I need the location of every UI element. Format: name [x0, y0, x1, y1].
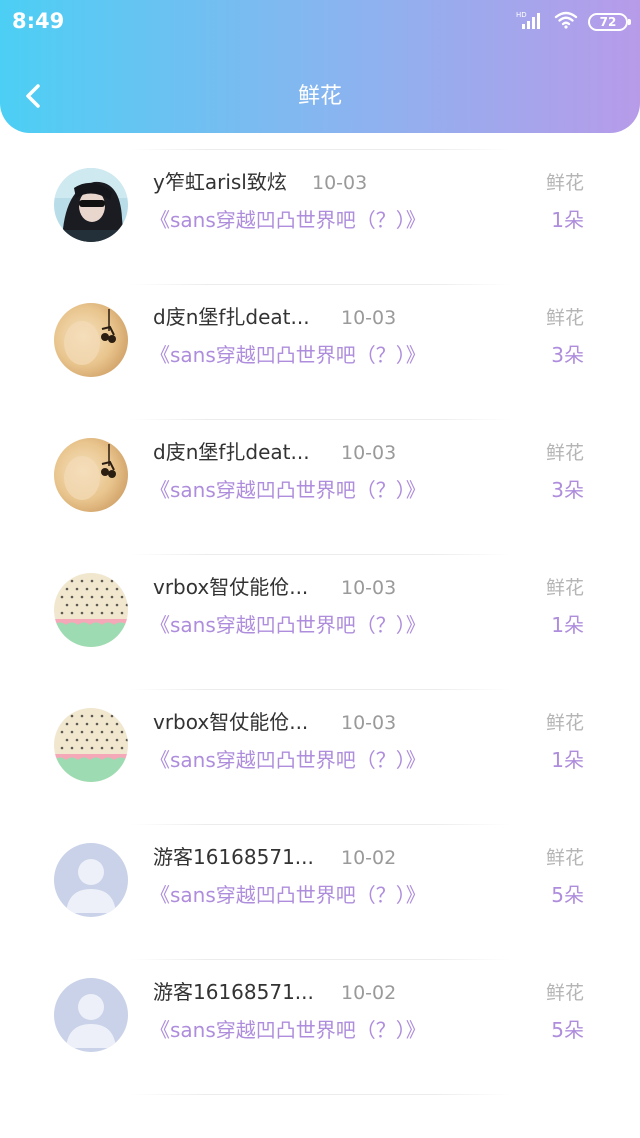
flower-count: 3朵 [551, 343, 584, 367]
signal-icon: HD [516, 10, 544, 34]
book-title-link[interactable]: 《sans穿越凹凸世界吧（？）》 [150, 206, 426, 234]
book-title-link[interactable]: 《sans穿越凹凸世界吧（？）》 [150, 1016, 426, 1044]
avatar[interactable] [54, 438, 128, 512]
avatar[interactable] [54, 978, 128, 1052]
row-divider [130, 1094, 510, 1095]
list-item[interactable]: d庋n堡f扎deat... 10-03 鲜花《sans穿越凹凸世界吧（？）》 3朵 [0, 420, 640, 555]
sender-name: 游客16168571... [153, 980, 314, 1004]
avatar[interactable] [54, 303, 128, 377]
wifi-icon [554, 11, 578, 33]
flower-list-page: 《sans穿越凹凸世界吧（？）》1朵y笮虹arisl致炫10-03鲜花《sans… [0, 0, 640, 1138]
network-label: HD [516, 11, 527, 19]
gift-date: 10-03 [341, 307, 397, 329]
flower-count: 1朵 [551, 748, 584, 772]
gift-type-label: 鲜花 [545, 577, 584, 599]
sender-name: vrbox智仗能伧... [153, 710, 309, 734]
gift-date: 10-03 [341, 442, 397, 464]
avatar[interactable] [54, 843, 128, 917]
gift-type-label: 鲜花 [545, 442, 584, 464]
list-item[interactable]: 游客16168571... 10-02 鲜花《sans穿越凹凸世界吧（？）》 5朵 [0, 825, 640, 960]
gift-date: 10-03 [341, 577, 397, 599]
sender-name: y笮虹arisl致炫 [153, 170, 287, 194]
book-title-link[interactable]: 《sans穿越凹凸世界吧（？）》 [150, 476, 426, 504]
status-bar: 8:49 HD 72 [0, 0, 640, 44]
status-time: 8:49 [12, 9, 65, 33]
status-icons: HD 72 [516, 10, 631, 34]
book-title-link[interactable]: 《sans穿越凹凸世界吧（？）》 [150, 611, 426, 639]
avatar[interactable] [54, 168, 128, 242]
gift-type-label: 鲜花 [545, 307, 584, 329]
book-title-link[interactable]: 《sans穿越凹凸世界吧（？）》 [150, 341, 426, 369]
list-item[interactable]: d庋n堡f扎deat... 10-03 鲜花《sans穿越凹凸世界吧（？）》 3朵 [0, 285, 640, 420]
sender-name: d庋n堡f扎deat... [153, 305, 310, 329]
gift-type-label: 鲜花 [545, 982, 584, 1004]
flower-count: 5朵 [551, 1018, 584, 1042]
page-title: 鲜花 [297, 84, 342, 109]
list-item[interactable]: vrbox智仗能伧... 10-03 鲜花《sans穿越凹凸世界吧（？）》 1朵 [0, 690, 640, 825]
avatar[interactable] [54, 708, 128, 782]
list-item[interactable]: 游客16168571... 10-02 鲜花《sans穿越凹凸世界吧（？）》 5朵 [0, 960, 640, 1095]
sender-name: d庋n堡f扎deat... [153, 440, 310, 464]
flower-count: 1朵 [551, 208, 584, 232]
gift-date: 10-03 [312, 172, 368, 194]
sender-name: 游客16168571... [153, 845, 314, 869]
gift-date: 10-02 [341, 982, 397, 1004]
gift-date: 10-02 [341, 847, 397, 869]
gift-type-label: 鲜花 [545, 712, 584, 734]
gift-type-label: 鲜花 [545, 172, 584, 194]
sender-name: vrbox智仗能伧... [153, 575, 309, 599]
book-title-link[interactable]: 《sans穿越凹凸世界吧（？）》 [150, 881, 426, 909]
gift-type-label: 鲜花 [545, 847, 584, 869]
flower-count: 1朵 [551, 613, 584, 637]
flower-gift-list[interactable]: 《sans穿越凹凸世界吧（？）》1朵y笮虹arisl致炫10-03鲜花《sans… [0, 133, 640, 1138]
battery-icon: 72 [588, 13, 631, 31]
book-title-link[interactable]: 《sans穿越凹凸世界吧（？）》 [150, 746, 426, 774]
gift-date: 10-03 [341, 712, 397, 734]
avatar[interactable] [54, 573, 128, 647]
flower-count: 5朵 [551, 883, 584, 907]
header-bar: 8:49 HD 72 鲜花 [0, 0, 640, 133]
list-item[interactable]: 《sans穿越凹凸世界吧（？）》1朵 [0, 133, 640, 150]
list-item[interactable]: vrbox智仗能伧... 10-03 鲜花《sans穿越凹凸世界吧（？）》 1朵 [0, 555, 640, 690]
flower-count: 3朵 [551, 478, 584, 502]
list-item[interactable]: y笮虹arisl致炫 10-03 鲜花《sans穿越凹凸世界吧（？）》 1朵 [0, 150, 640, 285]
